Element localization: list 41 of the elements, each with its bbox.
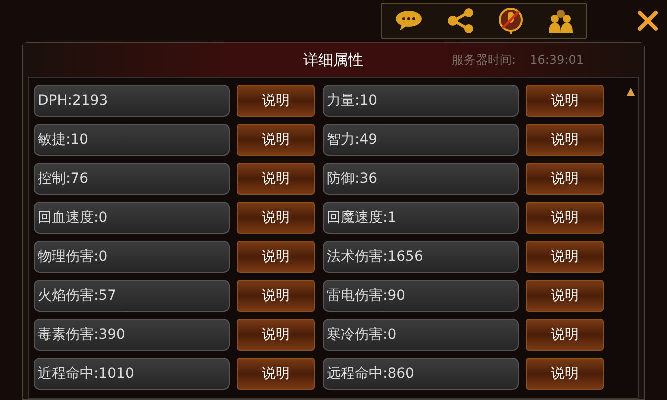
explain-button[interactable]: 说明 — [526, 124, 604, 156]
explain-button[interactable]: 说明 — [526, 241, 604, 273]
attribute-field: 近程命中:1010 — [34, 358, 230, 390]
explain-button[interactable]: 说明 — [237, 358, 315, 390]
attribute-field: 防御:36 — [323, 163, 519, 195]
attribute-field: 回血速度:0 — [34, 202, 230, 234]
attribute-field: 火焰伤害:57 — [34, 280, 230, 312]
attribute-field: 敏捷:10 — [34, 124, 230, 156]
attribute-field: 远程命中:860 — [323, 358, 519, 390]
close-icon[interactable] — [637, 10, 659, 32]
attribute-field: 毒素伤害:390 — [34, 319, 230, 351]
explain-button[interactable]: 说明 — [526, 85, 604, 117]
explain-button[interactable]: 说明 — [526, 358, 604, 390]
explain-button[interactable]: 说明 — [526, 319, 604, 351]
explain-button[interactable]: 说明 — [237, 241, 315, 273]
panel-title: 详细属性 — [304, 50, 364, 71]
attribute-field: 寒冷伤害:0 — [323, 319, 519, 351]
share-icon[interactable] — [446, 8, 474, 34]
attribute-field: 智力:49 — [323, 124, 519, 156]
server-time-label: 服务器时间: — [452, 52, 516, 69]
attribute-field: 回魔速度:1 — [323, 202, 519, 234]
attribute-field: 法术伤害:1656 — [323, 241, 519, 273]
no-microphone-icon[interactable] — [498, 7, 524, 35]
explain-button[interactable]: 说明 — [237, 280, 315, 312]
attribute-field: 控制:76 — [34, 163, 230, 195]
explain-button[interactable]: 说明 — [237, 163, 315, 195]
explain-button[interactable]: 说明 — [526, 163, 604, 195]
explain-button[interactable]: 说明 — [237, 124, 315, 156]
attribute-field: 雷电伤害:90 — [323, 280, 519, 312]
attribute-field: 力量:10 — [323, 85, 519, 117]
explain-button[interactable]: 说明 — [237, 202, 315, 234]
explain-button[interactable]: 说明 — [237, 85, 315, 117]
attribute-field: 物理伤害:0 — [34, 241, 230, 273]
explain-button[interactable]: 说明 — [526, 280, 604, 312]
explain-button[interactable]: 说明 — [526, 202, 604, 234]
explain-button[interactable]: 说明 — [237, 319, 315, 351]
attribute-field: DPH:2193 — [34, 85, 230, 117]
scroll-up-icon[interactable] — [626, 87, 636, 97]
server-time: 16:39:01 — [530, 52, 584, 69]
speech-bubble-icon[interactable] — [394, 9, 424, 33]
people-icon[interactable] — [546, 8, 574, 34]
